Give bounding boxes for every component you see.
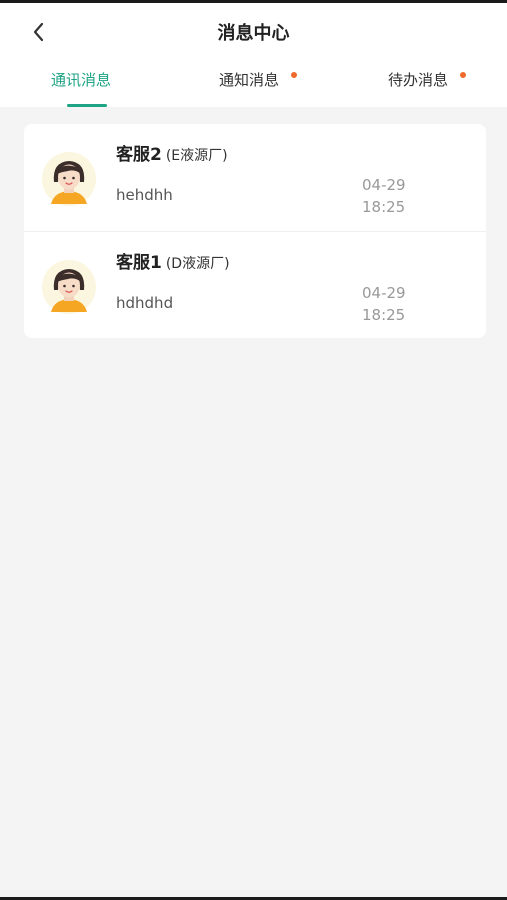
conversation-item[interactable]: 客服2 (E液源厂) hehdhh 04-29 18:25	[24, 124, 486, 231]
contact-org: (D液源厂)	[165, 256, 230, 272]
contact-name: 客服1	[116, 253, 162, 273]
message-date: 04-29	[362, 284, 406, 302]
conversation-item[interactable]: 客服1 (D液源厂) hdhdhd 04-29 18:25	[24, 231, 486, 338]
unread-dot	[291, 72, 297, 78]
message-preview: hdhdhd	[116, 294, 174, 312]
tab-bar: 通讯消息 通知消息 待办消息	[0, 69, 507, 107]
tab-notification[interactable]: 通知消息	[219, 69, 297, 107]
message-date: 04-29	[362, 176, 406, 194]
tab-todo[interactable]: 待办消息	[388, 69, 466, 107]
conversation-list: 客服2 (E液源厂) hehdhh 04-29 18:25 客服1 (D液源厂) h…	[24, 124, 486, 338]
active-tab-indicator	[67, 104, 107, 107]
message-timestamp: 04-29 18:25	[362, 174, 432, 218]
tab-label: 通知消息	[219, 71, 280, 89]
message-time: 18:25	[362, 306, 406, 324]
female-avatar-icon	[42, 260, 96, 314]
message-timestamp: 04-29 18:25	[362, 282, 432, 326]
header: 消息中心 通讯消息 通知消息 待办消息	[0, 3, 507, 107]
tab-label: 通讯消息	[51, 71, 112, 89]
conversation-title: 客服2 (E液源厂)	[116, 140, 228, 165]
female-avatar-icon	[42, 152, 96, 206]
message-time: 18:25	[362, 198, 406, 216]
page-title: 消息中心	[217, 23, 290, 44]
conversation-title: 客服1 (D液源厂)	[116, 248, 230, 273]
contact-org: (E液源厂)	[165, 148, 228, 164]
tab-communication[interactable]: 通讯消息	[51, 69, 123, 107]
tab-label: 待办消息	[388, 71, 449, 89]
contact-name: 客服2	[116, 145, 162, 165]
message-preview: hehdhh	[116, 186, 173, 204]
unread-dot	[460, 72, 466, 78]
